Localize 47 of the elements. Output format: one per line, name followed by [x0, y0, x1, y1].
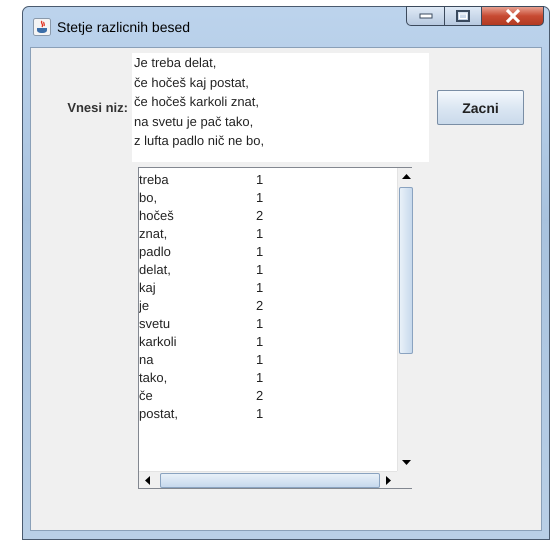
close-button[interactable]	[481, 6, 544, 26]
close-icon	[504, 9, 520, 23]
maximize-button[interactable]	[444, 6, 481, 26]
minimize-icon	[418, 13, 432, 19]
window-title: Stetje razlicnih besed	[57, 19, 190, 35]
count-text: 1	[256, 370, 264, 384]
down-arrow-icon[interactable]	[402, 460, 411, 465]
input-label: Vnesi niz:	[66, 100, 128, 115]
count-text: 1	[256, 172, 264, 186]
left-arrow-icon[interactable]	[145, 476, 150, 484]
word-text: svetu	[139, 316, 172, 330]
word-text: če	[139, 388, 154, 402]
count-text: 1	[256, 262, 264, 276]
word-text: kaj	[139, 280, 157, 294]
scroll-thumb[interactable]	[399, 187, 413, 354]
java-cup-icon	[33, 18, 51, 36]
word-text: tako,	[139, 370, 168, 384]
horizontal-scrollbar[interactable]	[139, 471, 397, 488]
start-button[interactable]: Zacni	[437, 90, 524, 125]
vertical-scrollbar[interactable]	[397, 168, 414, 471]
word-text: treba	[139, 172, 170, 186]
word-text: postat,	[139, 406, 180, 420]
word-text: je	[139, 298, 150, 312]
count-text: 2	[256, 388, 264, 402]
count-text: 1	[256, 352, 264, 366]
word-text: hočeš	[139, 208, 175, 222]
word-text: karkoli	[139, 334, 178, 348]
right-arrow-icon[interactable]	[386, 476, 391, 484]
up-arrow-icon[interactable]	[402, 174, 411, 179]
input-field[interactable]: Je treba delat, če hočeš kaj postat, če hočeš karkoli znat, na svetu je pač tako, z lufta padlo nič ne bo,	[132, 53, 429, 162]
maximize-icon	[456, 10, 470, 22]
count-text: 1	[256, 244, 264, 258]
count-text: 1	[256, 280, 264, 294]
count-text: 2	[256, 298, 264, 312]
scroll-thumb[interactable]	[160, 472, 380, 488]
word-text: na	[139, 352, 154, 366]
word-text: znat,	[139, 226, 168, 240]
count-text: 1	[256, 316, 264, 330]
count-text: 1	[256, 190, 264, 204]
count-text: 2	[256, 208, 264, 222]
count-text: 1	[256, 334, 264, 348]
word-text: delat,	[139, 262, 172, 276]
count-text: 1	[256, 406, 264, 420]
word-text: bo,	[139, 190, 158, 204]
count-text: 1	[256, 226, 264, 240]
minimize-button[interactable]	[406, 6, 444, 26]
word-text: padlo	[139, 244, 172, 258]
